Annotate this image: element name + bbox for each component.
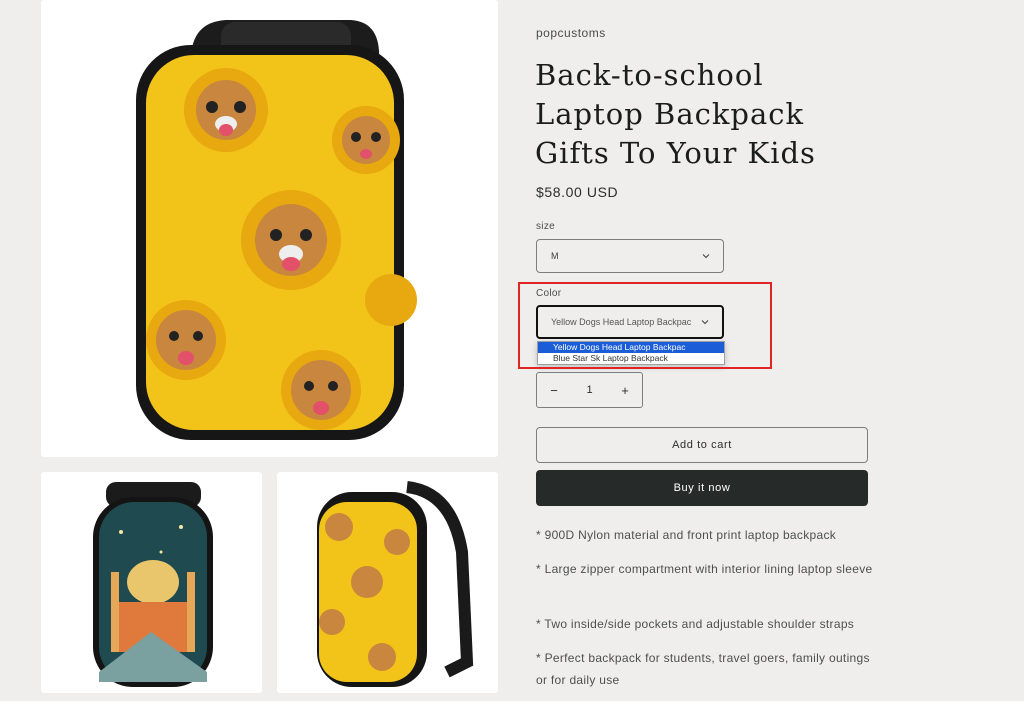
description-line: * Two inside/side pockets and adjustable… <box>536 617 855 631</box>
highlight-annotation <box>518 282 772 369</box>
chevron-down-icon <box>702 254 710 259</box>
description-line: * Perfect backpack for students, travel … <box>536 651 870 687</box>
increase-quantity-button[interactable]: + <box>608 383 642 398</box>
product-price: $58.00 USD <box>536 184 619 200</box>
description-line: * 900D Nylon material and front print la… <box>536 528 837 542</box>
quantity-input[interactable]: 1 <box>571 384 608 396</box>
castle-backpack-image <box>93 482 213 687</box>
thumbnail-castle-backpack[interactable] <box>41 472 262 693</box>
product-main-image[interactable] <box>41 0 498 457</box>
buy-it-now-button[interactable]: Buy it now <box>536 470 868 506</box>
vendor-name: popcustoms <box>536 26 606 40</box>
decrease-quantity-button[interactable]: − <box>537 383 571 398</box>
quantity-stepper: − 1 + <box>536 372 643 408</box>
size-select-value: M <box>551 251 559 261</box>
size-select[interactable]: M <box>536 239 724 273</box>
add-to-cart-button[interactable]: Add to cart <box>536 427 868 463</box>
size-label: size <box>536 221 555 232</box>
description-line: * Large zipper compartment with interior… <box>536 562 873 576</box>
side-view-backpack-image <box>317 481 474 687</box>
yellow-dog-backpack-image <box>136 20 417 440</box>
product-title: Back-to-school Laptop Backpack Gifts To … <box>535 58 816 170</box>
thumbnail-side-view-backpack[interactable] <box>277 472 498 693</box>
